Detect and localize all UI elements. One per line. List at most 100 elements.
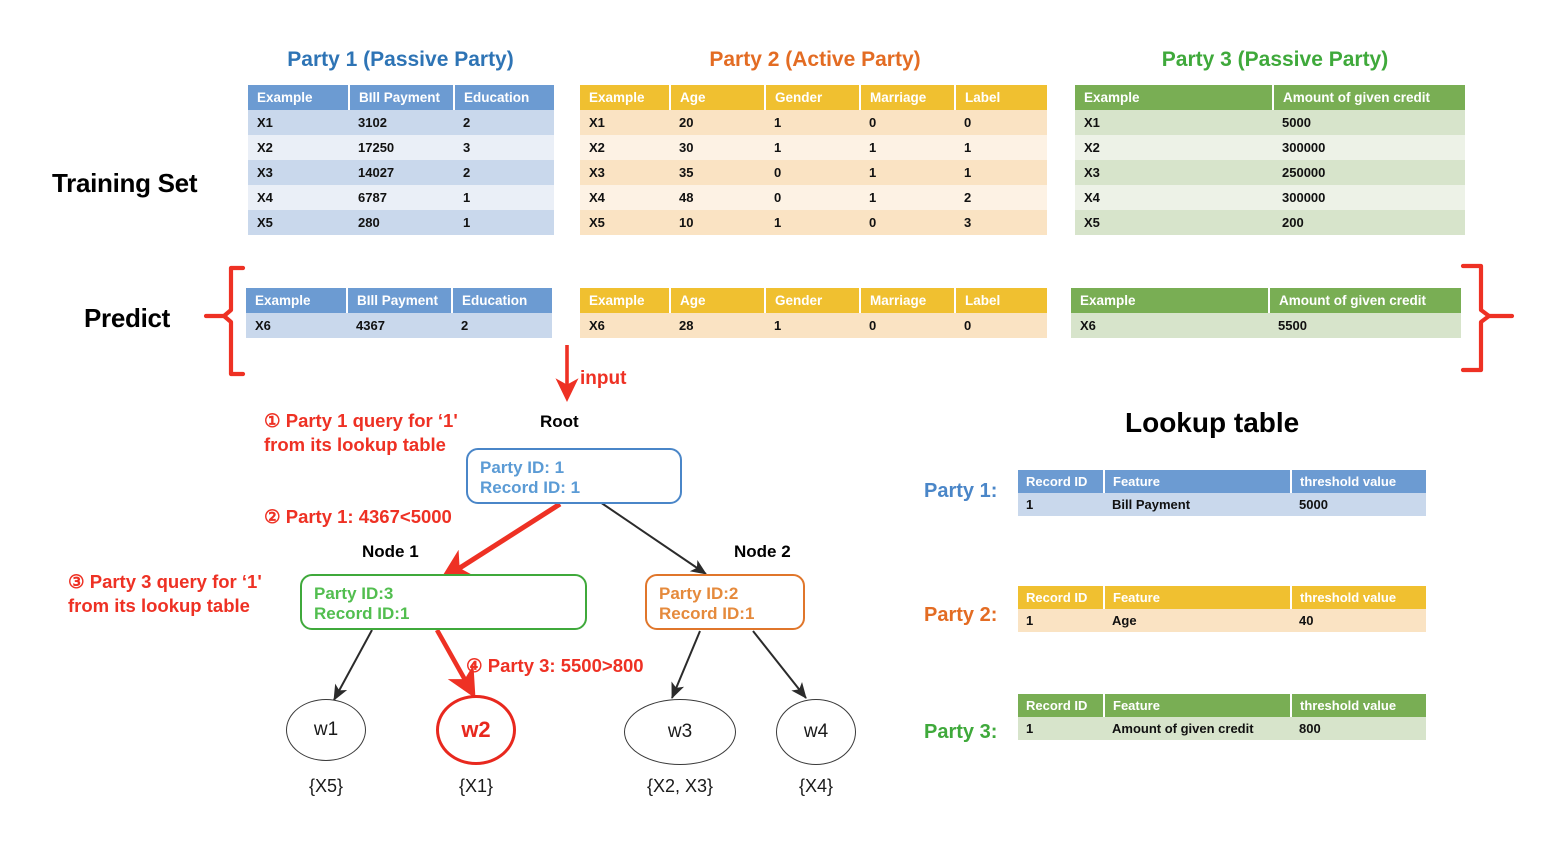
table-header-row: Record ID Feature threshold value — [1018, 694, 1426, 717]
column-header: threshold value — [1291, 586, 1426, 609]
leaf-w3-label: w3 — [667, 721, 693, 742]
party1-predict-table: Example BIll Payment Education X6 4367 2 — [246, 288, 552, 338]
cell: X1 — [1075, 110, 1273, 135]
column-header: Amount of given credit — [1269, 288, 1461, 313]
cell: 1 — [454, 185, 554, 210]
column-header: Feature — [1104, 470, 1292, 493]
node1[interactable]: Party ID:3 Record ID:1 — [300, 574, 587, 630]
annotation-step3-line2: from its lookup table — [68, 595, 250, 617]
cell: 48 — [670, 185, 765, 210]
cell: 17250 — [349, 135, 454, 160]
column-header: threshold value — [1291, 694, 1426, 717]
cell: 28 — [670, 313, 765, 338]
lookup-party1-tag: Party 1: — [924, 480, 998, 502]
party2-title: Party 2 (Active Party) — [709, 48, 921, 71]
cell: 0 — [765, 160, 860, 185]
column-header: Education — [452, 288, 552, 313]
leaf-w2-label: w2 — [461, 717, 491, 742]
table-row: X2 30 1 1 1 — [580, 135, 1047, 160]
party1-title: Party 1 (Passive Party) — [287, 48, 514, 71]
cell: 5500 — [1269, 313, 1461, 338]
column-header: Gender — [765, 85, 861, 110]
leaf-w4-set: {X4} — [798, 776, 834, 796]
cell: 1 — [955, 135, 1047, 160]
node2[interactable]: Party ID:2 Record ID:1 — [645, 574, 805, 630]
column-header: Age — [670, 85, 766, 110]
annotation-step1-line1: ① Party 1 query for ‘1' — [264, 410, 458, 431]
party1-training-table: Example BIll Payment Education X1 3102 2… — [248, 85, 554, 235]
table-row: X4 6787 1 — [248, 185, 554, 210]
edge-node2-to-w4 — [752, 630, 807, 699]
cell: X2 — [248, 135, 349, 160]
party3-training-table: Example Amount of given credit X1 5000 X… — [1075, 85, 1465, 235]
party2-training-table: Example Age Gender Marriage Label X1 20 … — [580, 85, 1047, 235]
table-row: X2 17250 3 — [248, 135, 554, 160]
cell: X5 — [580, 210, 670, 235]
cell: 1 — [765, 110, 860, 135]
leaf-w2-set: {X1} — [458, 776, 494, 796]
column-header: Feature — [1104, 586, 1292, 609]
column-header: BIll Payment — [349, 85, 455, 110]
cell: 1 — [860, 160, 955, 185]
lookup-party2-tag: Party 2: — [924, 604, 998, 626]
node1-caption: Node 1 — [362, 542, 419, 561]
root-caption: Root — [540, 412, 579, 431]
table-row: X3 250000 — [1075, 160, 1465, 185]
node1-record-id: Record ID:1 — [314, 604, 410, 624]
node2-party-id: Party ID:2 — [659, 584, 739, 603]
cell: 250000 — [1273, 160, 1465, 185]
table-header-row: Record ID Feature threshold value — [1018, 586, 1426, 609]
leaf-w4-label: w4 — [803, 721, 829, 742]
leaf-w3[interactable]: w3 — [624, 699, 736, 765]
lookup-table-heading: Lookup table — [1125, 407, 1300, 438]
column-header: Label — [955, 85, 1047, 110]
cell: Age — [1104, 609, 1291, 632]
cell: 2 — [955, 185, 1047, 210]
cell: 800 — [1291, 717, 1426, 740]
column-header: Education — [454, 85, 554, 110]
column-header: Example — [1071, 288, 1270, 313]
cell: 40 — [1291, 609, 1426, 632]
annotation-step3: ③ Party 3 query for ‘1' from its lookup … — [68, 570, 262, 618]
cell: 280 — [349, 210, 454, 235]
table-row: X6 28 1 0 0 — [580, 313, 1047, 338]
cell: X1 — [248, 110, 349, 135]
leaf-w1[interactable]: w1 — [286, 699, 366, 761]
party3-title: Party 3 (Passive Party) — [1161, 48, 1389, 71]
column-header: Example — [580, 85, 671, 110]
cell: X5 — [248, 210, 349, 235]
lookup-table-party3: Record ID Feature threshold value 1 Amou… — [1018, 694, 1426, 740]
lookup-table-party2: Record ID Feature threshold value 1 Age … — [1018, 586, 1426, 632]
cell: 300000 — [1273, 135, 1465, 160]
column-header: Feature — [1104, 694, 1292, 717]
edge-root-to-node2 — [599, 501, 707, 575]
column-header: BIll Payment — [347, 288, 453, 313]
table-row: 1 Amount of given credit 800 — [1018, 717, 1426, 740]
cell: X1 — [580, 110, 670, 135]
cell: X2 — [1075, 135, 1273, 160]
table-header-row: Example BIll Payment Education — [248, 85, 554, 110]
leaf-w3-set: {X2, X3} — [646, 776, 714, 796]
cell: 2 — [454, 110, 554, 135]
table-row: X3 35 0 1 1 — [580, 160, 1047, 185]
leaf-w4[interactable]: w4 — [776, 699, 856, 765]
cell: 6787 — [349, 185, 454, 210]
table-row: 1 Bill Payment 5000 — [1018, 493, 1426, 516]
table-header-row: Example Age Gender Marriage Label — [580, 288, 1047, 313]
leaf-w1-set: {X5} — [308, 776, 344, 796]
column-header: Marriage — [860, 288, 956, 313]
cell: 0 — [860, 110, 955, 135]
cell: 1 — [1018, 717, 1104, 740]
root-node[interactable]: Party ID: 1 Record ID: 1 — [466, 448, 682, 504]
input-label: input — [580, 368, 627, 389]
column-header: Gender — [765, 288, 861, 313]
cell: 30 — [670, 135, 765, 160]
table-row: X6 5500 — [1071, 313, 1461, 338]
leaf-w2[interactable]: w2 — [436, 695, 516, 765]
column-header: Age — [670, 288, 766, 313]
node2-record-id: Record ID:1 — [659, 604, 755, 624]
party2-predict-table: Example Age Gender Marriage Label X6 28 … — [580, 288, 1047, 338]
column-header: Amount of given credit — [1273, 85, 1465, 110]
table-row: X1 3102 2 — [248, 110, 554, 135]
column-header: Example — [1075, 85, 1274, 110]
